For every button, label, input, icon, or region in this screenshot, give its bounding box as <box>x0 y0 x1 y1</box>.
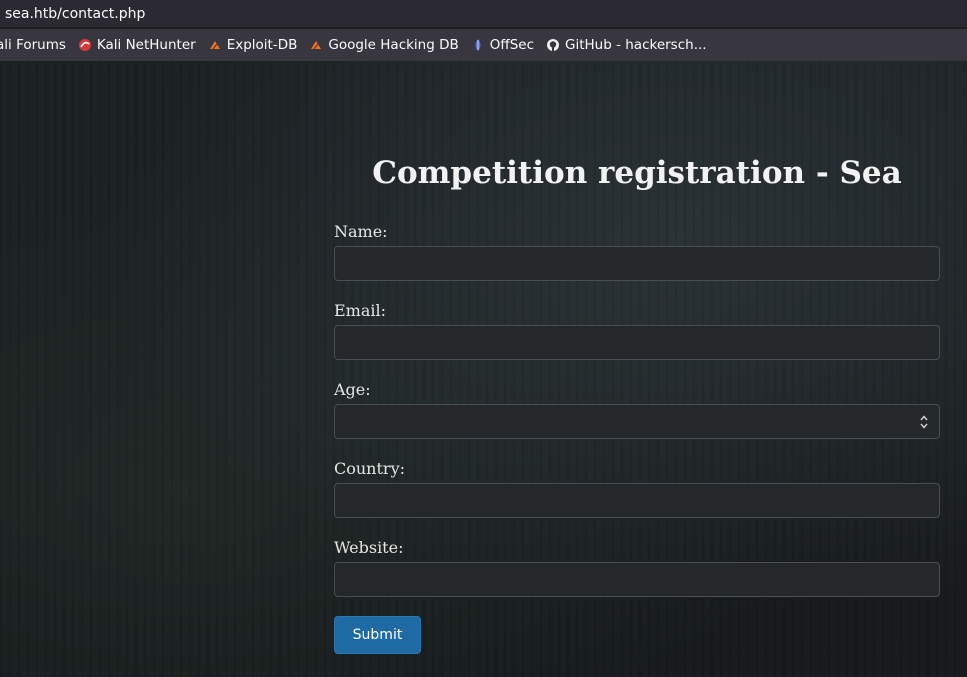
bookmark-label: OffSec <box>489 37 534 53</box>
age-label: Age: <box>334 380 371 399</box>
offsec-icon <box>475 39 481 51</box>
bookmark-google-hacking-db[interactable]: Google Hacking DB <box>309 37 459 53</box>
website-input[interactable] <box>334 562 940 597</box>
bookmarks-toolbar: ali Forums Kali NetHunter Exploit-DB Goo… <box>0 29 967 62</box>
country-label: Country: <box>334 459 405 478</box>
country-input[interactable] <box>334 483 940 518</box>
page-title: Competition registration - Sea <box>372 155 902 191</box>
bookmark-label: Exploit-DB <box>226 37 298 53</box>
bookmark-label: ali Forums <box>0 37 66 53</box>
bookmark-label: GitHub - hackersch... <box>565 37 707 53</box>
bookmark-label: Kali NetHunter <box>96 37 196 53</box>
bookmark-label: Google Hacking DB <box>328 37 459 53</box>
website-label: Website: <box>334 538 404 557</box>
email-label: Email: <box>334 301 387 320</box>
bookmark-offsec[interactable]: OffSec <box>471 37 534 53</box>
page-content: Competition registration - Sea Name: Ema… <box>0 61 967 677</box>
ghdb-icon <box>311 41 322 50</box>
github-icon <box>547 39 559 51</box>
number-spinner-icon[interactable] <box>920 414 928 430</box>
name-input[interactable] <box>334 246 940 281</box>
url-text[interactable]: sea.htb/contact.php <box>5 6 145 22</box>
bookmark-kali-nethunter[interactable]: Kali NetHunter <box>78 37 196 53</box>
bookmark-github[interactable]: GitHub - hackersch... <box>546 37 707 53</box>
exploit-db-icon <box>209 41 220 50</box>
submit-button[interactable]: Submit <box>334 616 421 654</box>
bookmark-kali-forums[interactable]: ali Forums <box>0 37 66 53</box>
kali-nethunter-icon <box>78 39 91 51</box>
address-bar[interactable]: sea.htb/contact.php <box>0 0 967 28</box>
bookmark-exploit-db[interactable]: Exploit-DB <box>208 37 298 53</box>
name-label: Name: <box>334 222 388 241</box>
email-input[interactable] <box>334 325 940 360</box>
age-input[interactable] <box>334 404 940 439</box>
